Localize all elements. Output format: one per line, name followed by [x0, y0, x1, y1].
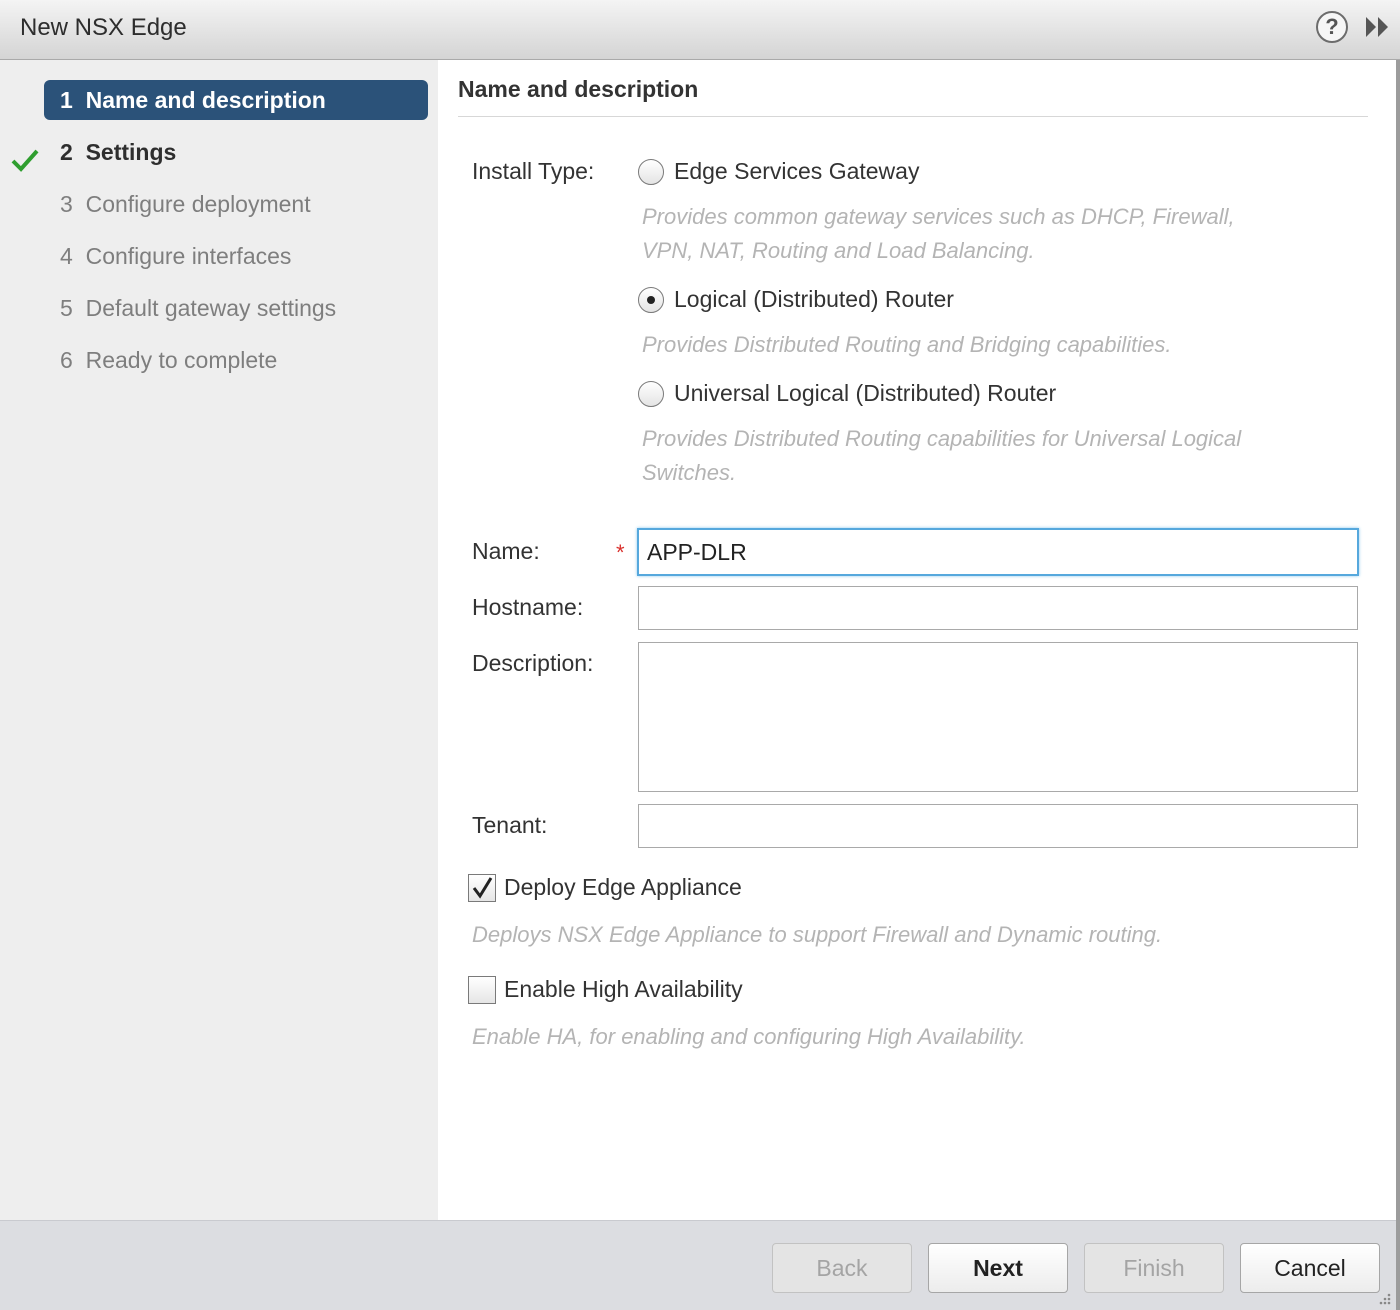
- hint-line: Provides Distributed Routing and Bridgin…: [642, 332, 1172, 357]
- tenant-input[interactable]: [638, 804, 1358, 848]
- section-title: Name and description: [458, 76, 699, 102]
- hint-line: Switches.: [642, 460, 737, 485]
- hint-logical-router: Provides Distributed Routing and Bridgin…: [642, 328, 1172, 362]
- deploy-edge-appliance-hint: Deploys NSX Edge Appliance to support Fi…: [472, 922, 1163, 947]
- next-button[interactable]: Next: [928, 1243, 1068, 1293]
- hostname-input[interactable]: [638, 586, 1358, 630]
- step-label: Default gateway settings: [85, 295, 337, 321]
- tenant-label: Tenant:: [472, 812, 548, 838]
- step-label: Configure deployment: [85, 191, 311, 217]
- step-label: Configure interfaces: [85, 243, 292, 269]
- name-input[interactable]: [637, 528, 1359, 576]
- radio-universal-logical-router[interactable]: [638, 381, 664, 407]
- step-configure-deployment[interactable]: 3 Configure deployment: [44, 184, 428, 224]
- deploy-edge-appliance-checkbox[interactable]: [468, 874, 496, 902]
- step-configure-interfaces[interactable]: 4 Configure interfaces: [44, 236, 428, 276]
- step-number: 4: [60, 243, 73, 269]
- deploy-edge-appliance-label[interactable]: Deploy Edge Appliance: [504, 874, 742, 901]
- radio-logical-router[interactable]: [638, 287, 664, 313]
- checkmark-icon: [472, 877, 493, 899]
- step-number: 3: [60, 191, 73, 217]
- hostname-label: Hostname:: [472, 594, 584, 620]
- finish-button[interactable]: Finish: [1084, 1243, 1224, 1293]
- step-name-and-description[interactable]: 1 Name and description: [44, 80, 428, 120]
- cancel-button[interactable]: Cancel: [1240, 1243, 1380, 1293]
- wizard-content: Name and description Install Type: Edge …: [438, 60, 1396, 1220]
- install-type-label: Install Type:: [472, 158, 595, 184]
- hint-universal-logical-router: Provides Distributed Routing capabilitie…: [642, 422, 1241, 490]
- enable-high-availability-label[interactable]: Enable High Availability: [504, 976, 743, 1003]
- wizard-footer: Back Next Finish Cancel: [0, 1220, 1396, 1310]
- help-icon[interactable]: ?: [1316, 11, 1348, 43]
- dialog-title: New NSX Edge: [20, 14, 187, 41]
- option-universal-logical-router[interactable]: Universal Logical (Distributed) Router: [674, 380, 1056, 407]
- enable-high-availability-checkbox[interactable]: [468, 976, 496, 1004]
- back-button[interactable]: Back: [772, 1243, 912, 1293]
- enable-high-availability-hint: Enable HA, for enabling and configuring …: [472, 1024, 1026, 1049]
- step-settings[interactable]: 2 Settings: [44, 132, 428, 172]
- step-default-gateway-settings[interactable]: 5 Default gateway settings: [44, 288, 428, 328]
- option-logical-router[interactable]: Logical (Distributed) Router: [674, 286, 954, 313]
- section-divider: [458, 116, 1368, 117]
- hint-line: VPN, NAT, Routing and Load Balancing.: [642, 238, 1035, 263]
- wizard-steps-sidebar: 1 Name and description 2 Settings 3 Conf…: [0, 60, 438, 1220]
- resize-grip-icon[interactable]: [1374, 1288, 1392, 1306]
- hint-line: Provides common gateway services such as…: [642, 204, 1235, 229]
- step-ready-to-complete[interactable]: 6 Ready to complete: [44, 340, 428, 380]
- step-number: 2: [60, 139, 73, 165]
- name-label: Name:: [472, 538, 540, 564]
- hint-edge-services-gateway: Provides common gateway services such as…: [642, 200, 1235, 268]
- description-label: Description:: [472, 650, 594, 676]
- radio-edge-services-gateway[interactable]: [638, 159, 664, 185]
- description-textarea[interactable]: [638, 642, 1358, 792]
- dialog-border: [1396, 60, 1400, 1310]
- step-label: Settings: [85, 139, 177, 165]
- hint-line: Provides Distributed Routing capabilitie…: [642, 426, 1242, 451]
- required-marker: *: [616, 540, 625, 565]
- expand-icon[interactable]: [1364, 14, 1392, 40]
- check-icon: [11, 149, 39, 172]
- step-number: 6: [60, 347, 73, 373]
- step-number: 1: [60, 87, 73, 113]
- step-label: Ready to complete: [85, 347, 278, 373]
- option-edge-services-gateway[interactable]: Edge Services Gateway: [674, 158, 919, 185]
- step-number: 5: [60, 295, 73, 321]
- step-label: Name and description: [85, 87, 326, 113]
- dialog-titlebar: New NSX Edge ?: [0, 0, 1400, 60]
